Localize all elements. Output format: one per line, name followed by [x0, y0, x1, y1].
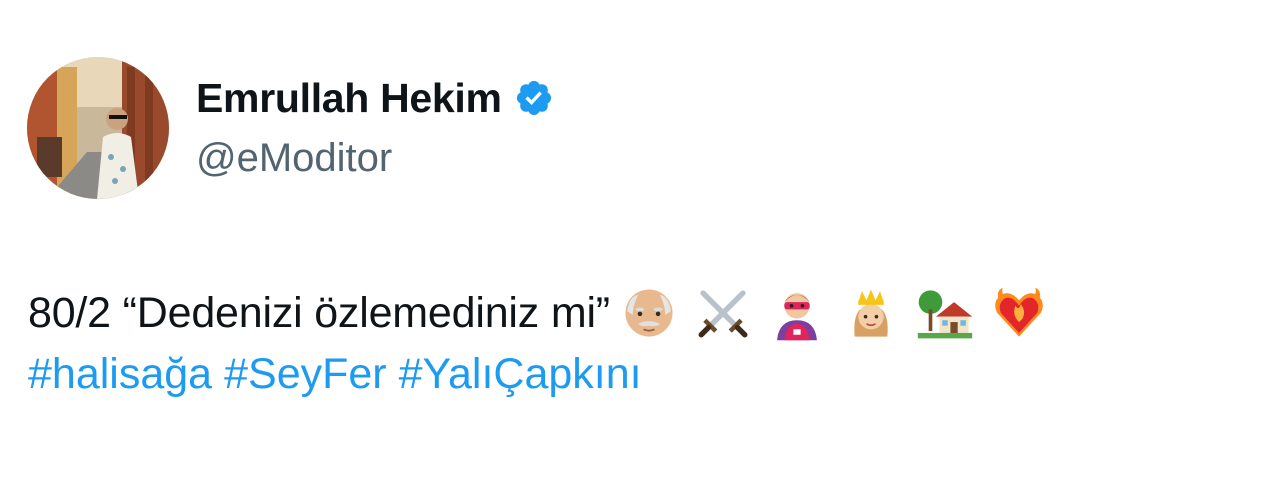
older-man-emoji-icon	[625, 289, 673, 337]
verified-badge-icon[interactable]	[514, 78, 554, 118]
heart-on-fire-emoji-icon	[995, 287, 1043, 337]
tweet-body: 80/2 “Dedenizi özlemediniz mi” #halisağa…	[28, 282, 1268, 399]
emoji-group	[620, 284, 1064, 342]
tweet-card: Emrullah Hekim @eModitor 80/2 “Dedenizi …	[0, 0, 1284, 492]
avatar-photo	[27, 57, 169, 199]
crossed-swords-emoji-icon	[698, 290, 748, 338]
tweet-text: 80/2 “Dedenizi özlemediniz mi”	[28, 288, 610, 337]
superhero-emoji-icon	[776, 293, 817, 341]
house-with-garden-emoji-icon	[917, 290, 973, 339]
user-handle[interactable]: @eModitor	[196, 136, 554, 181]
princess-emoji-icon	[854, 289, 888, 337]
hashtag-seyfer[interactable]: #SeyFer	[224, 350, 387, 399]
display-name[interactable]: Emrullah Hekim	[196, 75, 502, 122]
hashtag-yalicapkini[interactable]: #YalıÇapkını	[399, 350, 642, 399]
hashtag-halisaga[interactable]: #halisağa	[28, 350, 212, 399]
avatar[interactable]	[27, 57, 169, 199]
hashtag-line: #halisağa #SeyFer #YalıÇapkını	[28, 350, 1268, 399]
tweet-text-line: 80/2 “Dedenizi özlemediniz mi”	[28, 282, 1268, 344]
user-header: Emrullah Hekim @eModitor	[196, 73, 554, 181]
name-row: Emrullah Hekim	[196, 73, 554, 123]
